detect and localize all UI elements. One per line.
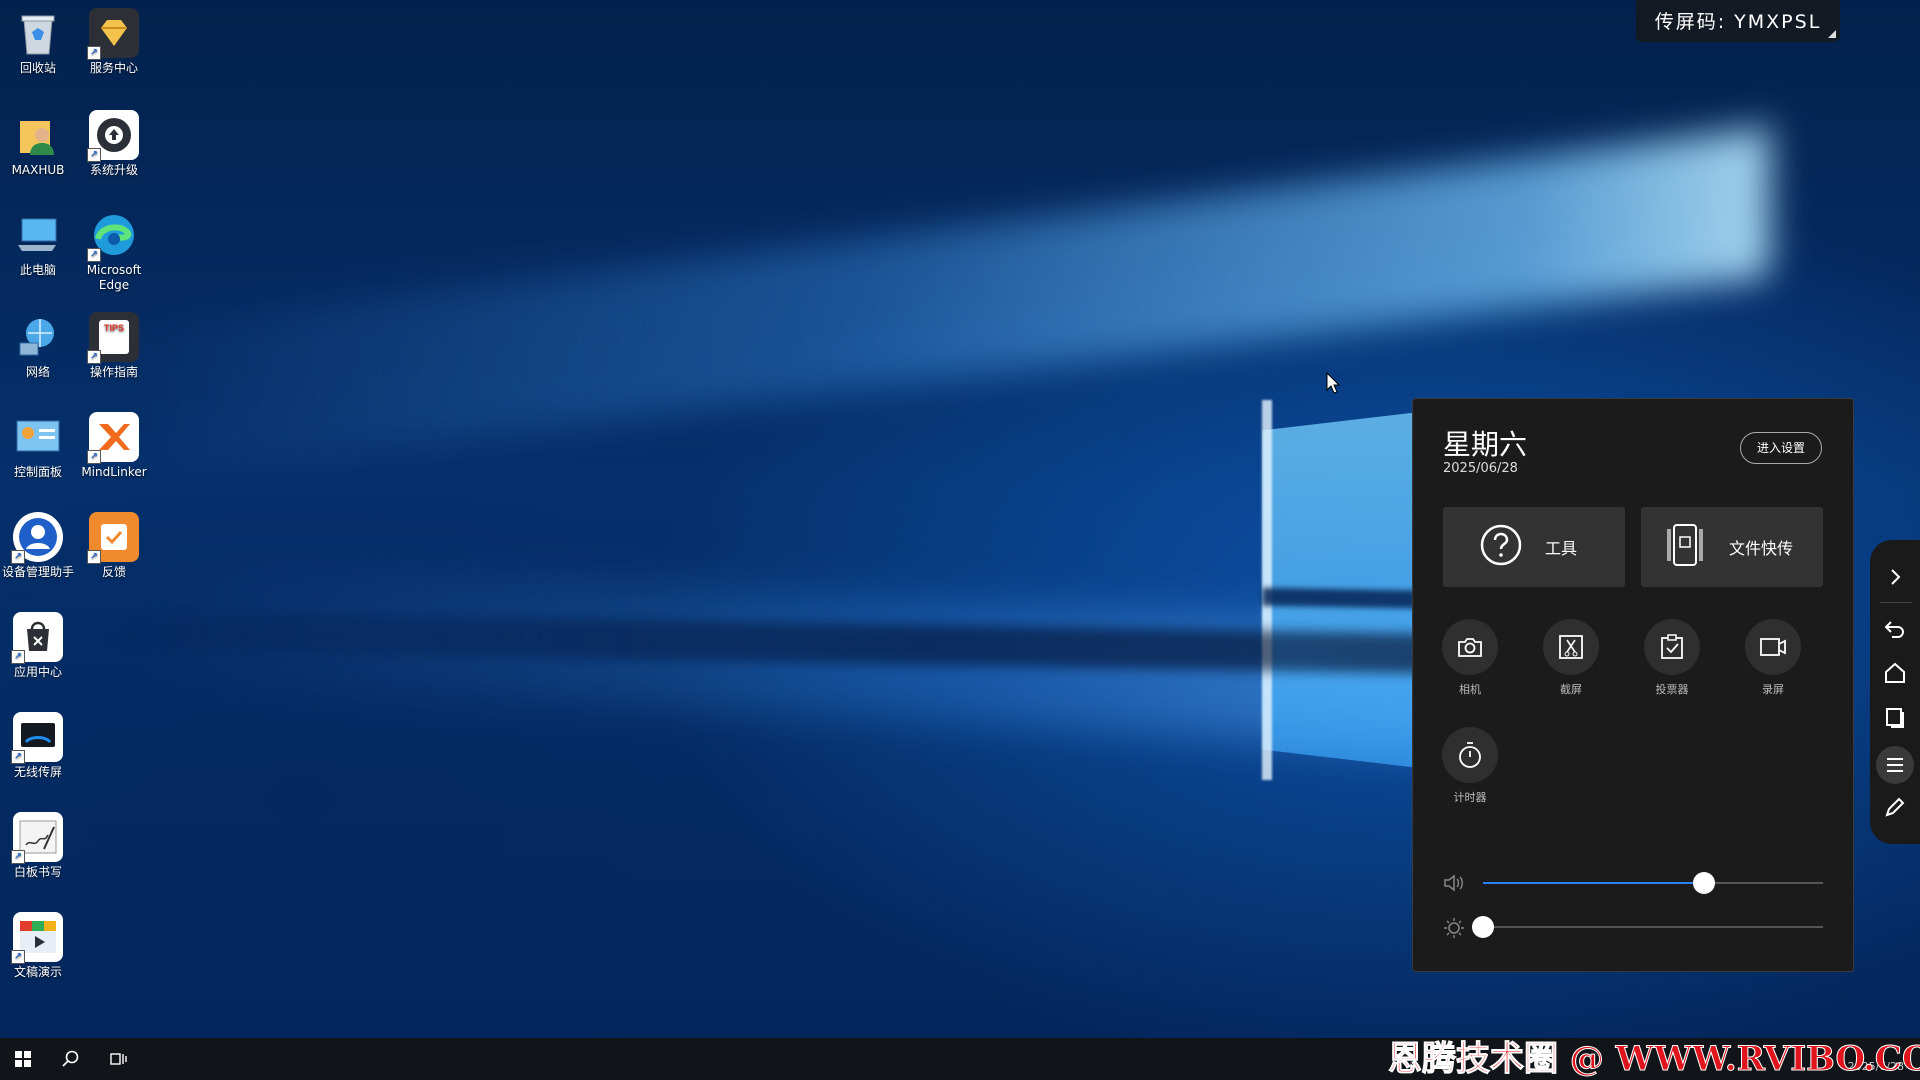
desktop-icon-edge[interactable]: ↗ Microsoft Edge <box>76 206 152 293</box>
volume-thumb[interactable] <box>1693 872 1715 894</box>
desktop-icon-mindlinker[interactable]: ↗ MindLinker <box>76 408 152 480</box>
vote-tool[interactable]: 投票器 <box>1637 619 1707 697</box>
desktop-icon-presentation[interactable]: ↗ 文稿演示 <box>0 908 76 980</box>
desktop-icon-label: 反馈 <box>101 565 126 579</box>
desktop-icon-label: 系统升级 <box>89 163 138 177</box>
desktop-icon-label: 白板书写 <box>13 865 62 879</box>
network-icon <box>13 312 63 362</box>
desktop-icon-service-center[interactable]: ↗ 服务中心 <box>76 4 152 76</box>
file-transfer-tile-label: 文件快传 <box>1729 539 1794 558</box>
file-transfer-tile[interactable]: 文件快传 <box>1641 507 1823 587</box>
pen-icon[interactable] <box>1882 794 1908 820</box>
menu-icon[interactable] <box>1876 746 1914 784</box>
this-pc-icon <box>13 210 63 260</box>
desktop-icon-whiteboard[interactable]: ↗ 白板书写 <box>0 808 76 880</box>
enter-settings-button[interactable]: 进入设置 <box>1740 432 1822 464</box>
desktop-icon-label: MindLinker <box>81 465 147 479</box>
service-center-icon: ↗ <box>87 8 139 60</box>
whiteboard-icon: ↗ <box>11 812 63 864</box>
screenshot-tool[interactable]: 截屏 <box>1536 619 1606 697</box>
timer-tool-label: 计时器 <box>1453 791 1487 804</box>
desktop-icon-label: MAXHUB <box>11 163 65 177</box>
brightness-icon <box>1443 917 1465 943</box>
camera-tool-label: 相机 <box>1459 683 1481 696</box>
desktop-icon-control-panel[interactable]: 控制面板 <box>0 408 76 480</box>
camera-tool[interactable]: 相机 <box>1435 619 1505 697</box>
volume-icon <box>1443 873 1465 897</box>
desktop-icon-system-upgrade[interactable]: ↗ 系统升级 <box>76 106 152 178</box>
screen-record-icon <box>1745 619 1801 675</box>
screenshot-icon <box>1543 619 1599 675</box>
desktop-icon-app-center[interactable]: ↗ 应用中心 <box>0 608 76 680</box>
windows-switch-icon[interactable] <box>1882 704 1908 730</box>
vote-tool-label: 投票器 <box>1655 683 1689 696</box>
desktop-icon-network[interactable]: 网络 <box>0 308 76 380</box>
question-icon <box>1479 523 1523 571</box>
file-transfer-icon <box>1663 523 1707 571</box>
app-center-icon: ↗ <box>11 612 63 664</box>
desktop-icon-label: 服务中心 <box>89 61 138 75</box>
desktop-icon-wireless-cast[interactable]: ↗ 无线传屏 <box>0 708 76 780</box>
desktop-icon-this-pc[interactable]: 此电脑 <box>0 206 76 278</box>
chevron-right-icon[interactable] <box>1882 564 1908 590</box>
volume-fill <box>1483 882 1704 884</box>
cast-code-badge[interactable]: 传屏码: YMXPSL <box>1636 0 1840 42</box>
system-upgrade-icon: ↗ <box>87 110 139 162</box>
presentation-icon: ↗ <box>11 912 63 964</box>
desktop-icon-label: 网络 <box>25 365 50 379</box>
screen-record-tool[interactable]: 录屏 <box>1738 619 1808 697</box>
start-icon[interactable] <box>0 1038 46 1080</box>
desktop-icon-label: 操作指南 <box>89 365 138 379</box>
weekday-label: 星期六 <box>1443 428 1528 461</box>
tips-icon: TIPS ↗ <box>87 312 139 364</box>
desktop-icon-label: 设备管理助手 <box>1 565 74 579</box>
timer-tool[interactable]: 计时器 <box>1435 727 1505 805</box>
search-icon[interactable] <box>48 1038 94 1080</box>
feedback-icon: ↗ <box>87 512 139 564</box>
desktop-icon-maxhub[interactable]: MAXHUB <box>0 106 76 178</box>
volume-slider[interactable] <box>1443 871 1823 895</box>
desktop-icon-feedback[interactable]: ↗ 反馈 <box>76 508 152 580</box>
recycle-bin-icon <box>13 8 63 58</box>
desktop-icon-label: 控制面板 <box>13 465 62 479</box>
user-folder-icon <box>13 110 63 160</box>
desktop-icon-label: 回收站 <box>19 61 56 75</box>
tools-tile[interactable]: 工具 <box>1443 507 1625 587</box>
edge-icon: ↗ <box>87 210 139 262</box>
brightness-track <box>1483 926 1823 928</box>
brightness-slider[interactable] <box>1443 915 1823 939</box>
brightness-thumb[interactable] <box>1472 916 1494 938</box>
date-label: 2025/06/28 <box>1443 461 1518 476</box>
side-dock <box>1870 540 1920 844</box>
back-icon[interactable] <box>1882 616 1908 642</box>
screenshot-tool-label: 截屏 <box>1560 683 1582 696</box>
timer-icon <box>1442 727 1498 783</box>
watermark-text: 恩腾技术圈 @ WWW.RVIBO.COM <box>1387 1039 1920 1080</box>
desktop-icon-label: 此电脑 <box>19 263 56 277</box>
wireless-cast-icon: ↗ <box>11 712 63 764</box>
desktop-icon-label: Microsoft Edge <box>86 263 142 292</box>
desktop-icon-label: 应用中心 <box>13 665 62 679</box>
mindlinker-icon: ↗ <box>87 412 139 464</box>
desktop-icon-recycle-bin[interactable]: 回收站 <box>0 4 76 76</box>
control-panel-icon <box>13 412 63 462</box>
desktop-icon-device-manager[interactable]: ↗ 设备管理助手 <box>0 508 76 580</box>
camera-icon <box>1442 619 1498 675</box>
mouse-cursor-icon <box>1326 371 1341 398</box>
tools-tile-label: 工具 <box>1545 539 1578 558</box>
desktop-icon-label: 无线传屏 <box>13 765 62 779</box>
task-view-icon[interactable] <box>96 1038 142 1080</box>
vote-icon <box>1644 619 1700 675</box>
home-icon[interactable] <box>1882 660 1908 686</box>
desktop-icon-label: 文稿演示 <box>13 965 62 979</box>
quick-control-panel: 星期六 2025/06/28 进入设置 工具 文件快传 相机 截屏 投票器 录屏… <box>1412 398 1854 972</box>
device-manager-icon: ↗ <box>11 512 63 564</box>
screen-record-tool-label: 录屏 <box>1762 683 1784 696</box>
desktop-icon-tips[interactable]: TIPS ↗ 操作指南 <box>76 308 152 380</box>
